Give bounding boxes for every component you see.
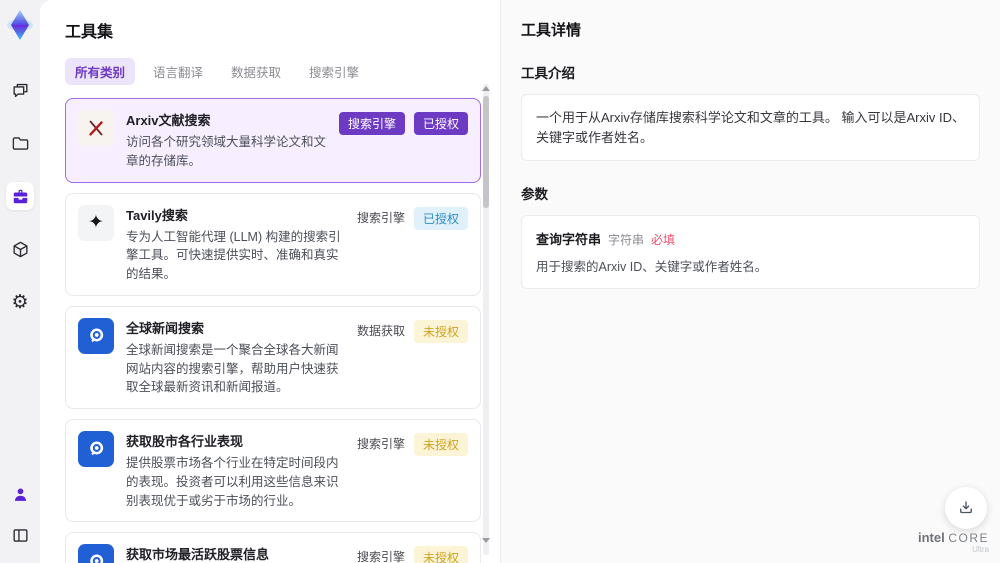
scrollbar-down-arrow[interactable] [482, 538, 490, 543]
settings-gear-icon[interactable]: ⚙ [6, 288, 34, 316]
tab-all-categories[interactable]: 所有类别 [65, 58, 136, 85]
auth-badge: 已授权 [413, 112, 468, 135]
scrollbar-thumb[interactable] [483, 96, 489, 208]
chat-icon[interactable] [6, 76, 34, 104]
tool-description: 全球新闻搜索是一个聚合全球各大新闻网站内容的搜索引擎，帮助用户快速获取全球最新资… [126, 342, 339, 395]
params-heading: 参数 [521, 187, 548, 202]
blue-search-logo-icon [78, 544, 114, 563]
tool-description: 提供股票市场各个行业在特定时间段内的表现。投资者可以利用这些信息来识别表现优于或… [126, 456, 339, 508]
blue-search-logo-icon [78, 431, 114, 467]
tool-meta: 数据获取 未授权 [357, 318, 468, 397]
param-card: 查询字符串 字符串 必填 用于搜索的Arxiv ID、关键字或作者姓名。 [521, 215, 980, 289]
gear-glyph: ⚙ [11, 291, 29, 313]
param-name: 查询字符串 [536, 232, 602, 247]
tool-intro-card: 一个用于从Arxiv存储库搜索科学论文和文章的工具。 输入可以是Arxiv ID… [521, 94, 980, 161]
tab-language-translation[interactable]: 语言翻译 [143, 58, 213, 85]
tab-search-engine[interactable]: 搜索引擎 [299, 58, 369, 85]
star-glyph: ✦ [88, 212, 104, 233]
tool-meta: 搜索引擎 已授权 [338, 110, 468, 171]
tool-meta: 搜索引擎 未授权 [357, 544, 468, 563]
tool-body: Arxiv文献搜索 访问各个研究领域大量科学论文和文章的存储库。 [126, 110, 327, 171]
tool-body: 获取市场最活跃股票信息 提供当天交易量最高的股票列表，投资者可以利用这些信息来识… [126, 544, 345, 563]
tool-name: 获取市场最活跃股票信息 [126, 547, 270, 563]
param-description: 用于搜索的Arxiv ID、关键字或作者姓名。 [536, 260, 768, 274]
package-icon[interactable] [6, 235, 34, 263]
tool-list: Arxiv文献搜索 访问各个研究领域大量科学论文和文章的存储库。 搜索引擎 已授… [65, 98, 481, 563]
category-label: 搜索引擎 [356, 550, 405, 563]
tool-description: 专为人工智能代理 (LLM) 构建的搜索引擎工具。可快速提供实时、准确和真实的结… [126, 229, 341, 282]
category-label: 数据获取 [356, 323, 405, 338]
category-label: 搜索引擎 [356, 210, 405, 225]
tool-detail-pane: 工具详情 工具介绍 一个用于从Arxiv存储库搜索科学论文和文章的工具。 输入可… [500, 0, 1000, 563]
tool-meta: 搜索引擎 未授权 [357, 431, 468, 510]
brand-intel-text: intel [917, 529, 945, 545]
user-avatar-icon[interactable] [6, 480, 34, 508]
tool-name: Arxiv文献搜索 [126, 113, 211, 128]
param-required-flag: 必填 [651, 233, 676, 247]
tool-name: 全球新闻搜索 [126, 320, 205, 336]
rail-nav: ⚙ [6, 76, 34, 316]
tool-body: 获取股市各行业表现 提供股票市场各个行业在特定时间段内的表现。投资者可以利用这些… [126, 431, 345, 510]
rail-bottom [6, 480, 34, 549]
tool-card-arxiv[interactable]: Arxiv文献搜索 访问各个研究领域大量科学论文和文章的存储库。 搜索引擎 已授… [65, 98, 481, 183]
brand-sub-text: Ultra [972, 545, 989, 555]
tab-data-fetch[interactable]: 数据获取 [221, 58, 291, 85]
auth-badge: 已授权 [413, 206, 468, 230]
tool-description: 访问各个研究领域大量科学论文和文章的存储库。 [126, 135, 327, 168]
brand-core-text: CORE [948, 530, 989, 545]
arxiv-logo-icon [78, 110, 114, 146]
category-tabs: 所有类别 语言翻译 数据获取 搜索引擎 [65, 58, 500, 85]
main-content: 工具集 所有类别 语言翻译 数据获取 搜索引擎 Arxiv文献搜索 访问各个研究… [40, 0, 1000, 563]
auth-badge: 未授权 [413, 546, 468, 563]
tool-card-sector-performance[interactable]: 获取股市各行业表现 提供股票市场各个行业在特定时间段内的表现。投资者可以利用这些… [65, 419, 481, 523]
intro-heading: 工具介绍 [521, 66, 575, 81]
tool-name: Tavily搜索 [126, 207, 188, 223]
left-rail: ⚙ [0, 0, 40, 563]
tool-list-pane: 工具集 所有类别 语言翻译 数据获取 搜索引擎 Arxiv文献搜索 访问各个研究… [40, 0, 500, 563]
page-title: 工具集 [65, 24, 114, 41]
scrollbar-up-arrow[interactable] [482, 86, 490, 91]
folder-icon[interactable] [6, 129, 34, 157]
auth-badge: 未授权 [413, 319, 468, 343]
tool-card-global-news[interactable]: 全球新闻搜索 全球新闻搜索是一个聚合全球各大新闻网站内容的搜索引擎，帮助用户快速… [65, 305, 481, 409]
toolbox-icon-active[interactable] [6, 182, 34, 210]
category-label: 搜索引擎 [356, 437, 405, 451]
tool-name: 获取股市各行业表现 [126, 434, 244, 449]
tool-card-active-stocks[interactable]: 获取市场最活跃股票信息 提供当天交易量最高的股票列表，投资者可以利用这些信息来识… [65, 532, 481, 563]
app-logo-icon [5, 8, 35, 42]
intel-core-logo: intel CORE Ultra [918, 529, 989, 555]
tavily-star-icon: ✦ [78, 204, 114, 241]
detail-title: 工具详情 [521, 22, 582, 39]
panel-toggle-icon[interactable] [6, 521, 34, 549]
tool-card-tavily[interactable]: ✦ Tavily搜索 专为人工智能代理 (LLM) 构建的搜索引擎工具。可快速提… [65, 192, 481, 296]
param-type: 字符串 [608, 233, 645, 247]
auth-badge: 未授权 [413, 433, 468, 456]
tool-meta: 搜索引擎 已授权 [357, 205, 468, 284]
tool-body: Tavily搜索 专为人工智能代理 (LLM) 构建的搜索引擎工具。可快速提供实… [126, 205, 345, 284]
tool-body: 全球新闻搜索 全球新闻搜索是一个聚合全球各大新闻网站内容的搜索引擎，帮助用户快速… [126, 318, 345, 397]
blue-search-logo-icon [78, 317, 114, 354]
download-button[interactable] [945, 487, 987, 529]
param-header-line: 查询字符串 字符串 必填 [536, 229, 965, 248]
intro-text: 一个用于从Arxiv存储库搜索科学论文和文章的工具。 输入可以是Arxiv ID… [536, 110, 966, 145]
category-badge: 搜索引擎 [338, 112, 405, 135]
